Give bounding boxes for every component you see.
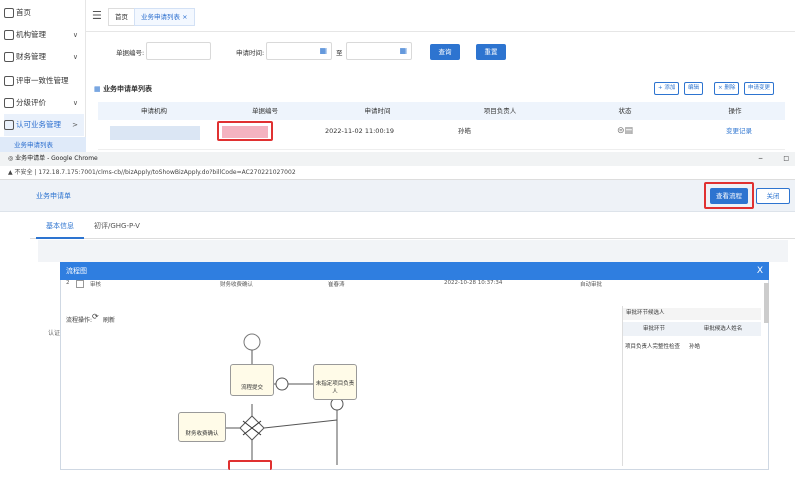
calendar-icon[interactable]: ▦: [319, 46, 327, 55]
reset-button[interactable]: 重置: [476, 44, 506, 60]
sidebar-item-home[interactable]: 首页: [4, 2, 84, 24]
side-label: 认证: [48, 330, 61, 337]
minimize-button[interactable]: −: [758, 152, 763, 166]
table-icon: ▦: [94, 85, 101, 93]
maximize-button[interactable]: □: [783, 152, 789, 166]
chevron-down-icon: ∨: [72, 31, 78, 39]
content-strip: [38, 240, 788, 262]
timer-event-shape: [275, 377, 289, 391]
sidebar-subitem-apply-list[interactable]: 业务申请列表: [0, 137, 86, 153]
highlight-box: [704, 182, 754, 209]
start-date-input[interactable]: ▦: [266, 42, 332, 60]
add-button[interactable]: + 添加: [654, 82, 680, 95]
business-icon: [4, 120, 14, 130]
bill-no-label: 单据编号:: [116, 49, 145, 57]
warning-icon: ▲: [8, 169, 13, 176]
org-cell-redacted: [110, 126, 200, 140]
table-row[interactable]: [98, 120, 785, 150]
flow-edge: [263, 419, 338, 429]
tab-initial-review[interactable]: 初评/GHG-P-V: [94, 219, 140, 233]
sidebar-item-business[interactable]: 认可业务管理 >: [4, 114, 84, 136]
tab-apply-list[interactable]: 业务申请列表 ×: [134, 8, 195, 26]
chrome-titlebar: ◎ 业务申请单 - Google Chrome − □: [0, 152, 795, 166]
modal-header: 流程图 X: [60, 262, 769, 280]
start-event-shape: [243, 333, 261, 351]
tab-basic-info[interactable]: 基本信息: [36, 219, 84, 239]
step-cell: 项目负责人完整性检查: [625, 344, 681, 350]
highlight-box: [217, 121, 273, 141]
flow-node-submit[interactable]: 流程提交: [230, 364, 274, 396]
candidate-panel: 审批环节候选人 审批环节 审批候选人姓名 项目负责人完整性检查 孙皓: [622, 306, 761, 466]
menu-toggle-icon[interactable]: ☰: [92, 9, 102, 22]
change-apply-button[interactable]: 申请变更: [744, 82, 775, 95]
address-bar[interactable]: ▲ 不安全 | 172.18.7.175:7001/clms-cb//bizAp…: [0, 166, 795, 180]
list-title: ▦ 业务申请单列表: [94, 85, 153, 93]
chrome-icon: ◎: [8, 155, 14, 162]
panel-title: 审批环节候选人: [623, 308, 761, 320]
chevron-right-icon: >: [72, 121, 78, 129]
col-header-bill-no: 单据编号: [210, 102, 320, 120]
page-title: 业务申请单: [36, 192, 71, 200]
status-icon[interactable]: ⊜▤: [617, 120, 633, 142]
chevron-down-icon: ∨: [72, 99, 78, 107]
apply-time-label: 申请时间:: [236, 49, 265, 57]
grade-icon: [4, 98, 14, 108]
tab-bar: ☰ 首页 业务申请列表 ×: [86, 0, 795, 32]
flow-node-assign[interactable]: 未指定项目负责人: [313, 364, 357, 400]
home-icon: [4, 8, 14, 18]
col-header-step: 审批环节: [623, 322, 685, 336]
sidebar-item-grade[interactable]: 分级评价 ∨: [4, 92, 84, 114]
scrollbar[interactable]: [764, 283, 769, 323]
tab-home[interactable]: 首页: [108, 8, 135, 26]
calendar-icon[interactable]: ▦: [399, 46, 407, 55]
owner-cell: 孙皓: [458, 127, 471, 135]
modal-title: 流程图: [66, 267, 87, 275]
bill-no-input[interactable]: [146, 42, 211, 60]
col-header-owner: 项目负责人: [435, 102, 565, 120]
finance-icon: [4, 52, 14, 62]
candidate-cell: 孙皓: [689, 344, 701, 350]
checkbox[interactable]: [76, 280, 84, 288]
delete-button[interactable]: × 删除: [714, 82, 740, 95]
review-icon: [4, 76, 14, 86]
col-header-apply-time: 申请时间: [320, 102, 435, 120]
col-header-action: 操作: [685, 102, 785, 120]
highlight-box: [228, 460, 272, 470]
modal-close-icon[interactable]: X: [757, 262, 763, 280]
col-header-org: 申请机构: [98, 102, 210, 120]
peek-row: 2 审核 财务收费确认 崔春涛 2022-10-28 10:37:34 自动审批: [66, 280, 603, 288]
change-record-link[interactable]: 变更记录: [726, 120, 752, 142]
apply-time-cell: 2022-11-02 11:00:19: [325, 127, 395, 135]
inner-tab-bar: 基本信息 初评/GHG-P-V: [30, 215, 795, 239]
close-button[interactable]: 关闭: [756, 188, 790, 204]
col-header-status: 状态: [565, 102, 685, 120]
col-header-candidate: 审批候选人姓名: [685, 322, 761, 336]
sidebar-item-org[interactable]: 机构管理 ∨: [4, 24, 84, 46]
flow-node-finance[interactable]: 财务收费确认: [178, 412, 226, 442]
to-label: 至: [336, 49, 343, 57]
edit-button[interactable]: 编辑: [684, 82, 704, 95]
sidebar-item-finance[interactable]: 财务管理 ∨: [4, 46, 84, 68]
sidebar-item-review[interactable]: 评审一致性管理: [4, 70, 84, 92]
app-header: 业务申请单 查看流程 关闭: [0, 180, 795, 212]
query-button[interactable]: 查询: [430, 44, 460, 60]
chevron-down-icon: ∨: [72, 53, 78, 61]
end-date-input[interactable]: ▦: [346, 42, 412, 60]
org-icon: [4, 30, 14, 40]
